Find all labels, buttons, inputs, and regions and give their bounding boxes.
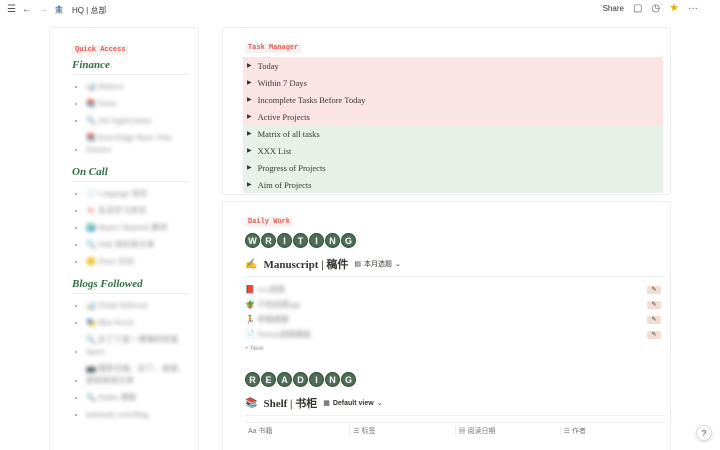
list-item[interactable]: 🔍 Wall 资料库分享 (86, 239, 188, 251)
circle-letter: I (309, 233, 324, 248)
toggle-active-projects[interactable]: ▶ Active Projects (243, 108, 663, 125)
manuscript-row[interactable]: 🪴 计划选题app ✎ (245, 297, 665, 312)
writing-heading: W R I T I N G (245, 233, 662, 248)
circle-letter: G (341, 233, 356, 248)
column-header[interactable]: ▦ 阅读日期 (454, 426, 560, 436)
column-header[interactable]: Aa 书籍 (245, 426, 349, 436)
new-row-button[interactable]: + New (245, 345, 662, 352)
reading-heading: R E A D I N G (245, 372, 662, 387)
toggle-today[interactable]: ▶ Today (243, 57, 663, 74)
circle-letter: I (277, 233, 292, 248)
manuscript-view-selector[interactable]: ▤ 本月选题 ⌄ (354, 259, 401, 269)
circle-letter: N (325, 233, 340, 248)
circle-letter: I (309, 372, 324, 387)
circle-letter: D (293, 372, 308, 387)
toggle-triangle-icon[interactable]: ▶ (247, 164, 252, 171)
tag-chip: ✎ (647, 285, 661, 294)
circle-letter: T (293, 233, 308, 248)
shelf-title[interactable]: Shelf | 书柜 (263, 395, 317, 411)
shelf-table-header: Aa 书籍 ☰ 标签 ▦ 阅读日期 ☰ 作者 (245, 422, 665, 436)
forward-arrow-icon[interactable]: → (38, 5, 48, 15)
manuscript-header: ✍️ Manuscript | 稿件 ▤ 本月选题 ⌄ (245, 256, 665, 277)
toggle-triangle-icon[interactable]: ▶ (247, 62, 252, 69)
manuscript-row[interactable]: 🏃 草稿摘要 ✎ (245, 312, 665, 327)
list-item[interactable]: 🔍 女丁丁家一博博的院落 Space (86, 334, 188, 358)
tag-chip: ✎ (647, 315, 661, 324)
list-item[interactable]: 📄 Language 语言 (86, 188, 188, 200)
toggle-progress-of-projects[interactable]: ▶ Progress of Projects (243, 159, 663, 176)
circle-letter: E (261, 372, 276, 387)
back-arrow-icon[interactable]: ← (22, 5, 32, 15)
list-item[interactable]: 📷 摄影日报、好了、美景、更新新频分享 (86, 363, 188, 387)
list-item[interactable]: 🌍 Master Material 素材 (86, 222, 188, 234)
quick-access-tag: Quick Access (72, 45, 129, 55)
shelf-view-selector[interactable]: ▦ Default view ⌄ (323, 399, 383, 408)
circle-letter: R (261, 233, 276, 248)
circle-letter: N (325, 372, 340, 387)
toggle-aim-of-projects[interactable]: ▶ Aim of Projects (243, 176, 663, 193)
tag-chip: ✎ (647, 300, 661, 309)
toggle-triangle-icon[interactable]: ▶ (247, 79, 252, 86)
list-item[interactable]: 🍬 生活学习资讯 (86, 205, 188, 217)
toggle-triangle-icon[interactable]: ▶ (247, 96, 252, 103)
circle-letter: W (245, 233, 260, 248)
list-item[interactable]: 📚 Notes (86, 98, 188, 110)
comment-icon[interactable]: ▢ (633, 3, 642, 14)
circle-letter: A (277, 372, 292, 387)
chevron-down-icon: ⌄ (376, 400, 383, 407)
task-manager-tag: Task Manager (245, 43, 302, 53)
manuscript-row[interactable]: 📕 xxx选题 ✎ (245, 282, 665, 297)
toggle-triangle-icon[interactable]: ▶ (247, 181, 252, 188)
list-item[interactable]: 🙂 Diary 日记 (86, 256, 188, 268)
daily-work-panel: Daily Work W R I T I N G ✍️ Manuscript |… (222, 201, 671, 450)
finance-list: 📊 Balance 📚 Notes 🔍 Job Applications 📚 K… (72, 81, 188, 156)
books-icon: 📚 (245, 397, 258, 409)
chevron-down-icon: ⌄ (395, 261, 401, 268)
menu-icon[interactable]: ☰ (7, 5, 16, 15)
section-heading-finance: Finance (72, 59, 188, 75)
toggle-xxx-list[interactable]: ▶ XXX List (243, 142, 663, 159)
share-button[interactable]: Share (603, 4, 624, 13)
table-view-icon: ▦ (323, 400, 330, 407)
daily-work-tag: Daily Work (245, 217, 294, 227)
list-item[interactable]: iutomatic.com/blog (86, 409, 188, 421)
circle-letter: G (341, 372, 356, 387)
history-icon[interactable]: ◷ (651, 3, 660, 14)
toggle-triangle-icon[interactable]: ▶ (247, 113, 252, 120)
tag-chip: ✎ (647, 330, 661, 339)
list-item[interactable]: 🔍 Job Applications (86, 115, 188, 127)
shelf-header: 📚 Shelf | 书柜 ▦ Default view ⌄ (245, 395, 665, 416)
toggle-triangle-icon[interactable]: ▶ (247, 147, 252, 154)
circle-letter: R (245, 372, 260, 387)
toggle-incomplete-tasks[interactable]: ▶ Incomplete Tasks Before Today (243, 91, 663, 108)
on-call-list: 📄 Language 语言 🍬 生活学习资讯 🌍 Master Material… (72, 188, 188, 268)
top-bar: ☰ ← → 🏦 HQ | 总部 Share ▢ ◷ ★ ··· (0, 0, 720, 20)
quick-access-column: Quick Access Finance 📊 Balance 📚 Notes 🔍… (49, 27, 199, 450)
writing-hand-icon: ✍️ (245, 258, 258, 270)
view-list-icon: ▤ (354, 261, 362, 268)
list-item[interactable]: 📊 Think Different (86, 300, 188, 312)
page-title[interactable]: HQ | 总部 (72, 5, 107, 16)
help-button[interactable]: ? (696, 425, 712, 441)
manuscript-row[interactable]: 📄 Notion选题模板 ✎ (245, 327, 665, 342)
column-header[interactable]: ☰ 标签 (349, 426, 454, 436)
list-item[interactable]: 📚 Knowledge Base: Data Finance (86, 132, 188, 156)
toggle-within-7-days[interactable]: ▶ Within 7 Days (243, 74, 663, 91)
list-item[interactable]: 🔍 Nudes 博客 (86, 392, 188, 404)
list-item[interactable]: 🎭 Blue Ketch (86, 317, 188, 329)
blogs-followed-list: 📊 Think Different 🎭 Blue Ketch 🔍 女丁丁家一博博… (72, 300, 188, 421)
task-manager-panel: Task Manager ▶ Today ▶ Within 7 Days ▶ Inco… (222, 27, 671, 195)
section-heading-on-call: On Call (72, 166, 188, 182)
toggle-triangle-icon[interactable]: ▶ (247, 130, 252, 137)
manuscript-title[interactable]: Manuscript | 稿件 (263, 256, 348, 272)
column-header[interactable]: ☰ 作者 (559, 426, 665, 436)
page-icon: 🏦 (53, 5, 64, 14)
more-options-icon[interactable]: ··· (688, 3, 698, 14)
favorite-star-icon[interactable]: ★ (669, 3, 679, 14)
section-heading-blogs-followed: Blogs Followed (72, 278, 188, 294)
list-item[interactable]: 📊 Balance (86, 81, 188, 93)
toggle-matrix-of-tasks[interactable]: ▶ Matrix of all tasks (243, 125, 663, 142)
